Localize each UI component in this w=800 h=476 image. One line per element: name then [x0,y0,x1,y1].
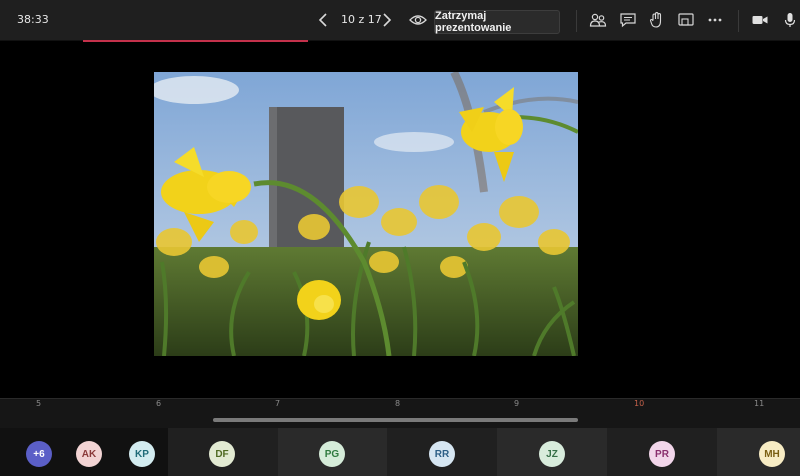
chat-icon [620,13,636,28]
chevron-right-icon [383,13,392,27]
timeline-scrollbar[interactable] [213,418,578,422]
timeline-tick: 5 [36,399,42,408]
participant-gallery: +6 AK KP DF PG RR JZ PR MH [0,428,800,476]
camera-toggle-button[interactable] [751,11,769,29]
participant-tile[interactable]: RR [387,428,497,476]
timeline-tick: 8 [395,399,401,408]
avatar: KP [129,441,155,467]
participant-tile[interactable]: AK [70,428,114,476]
eye-icon [409,15,427,25]
slide-counter: 10 z 17 [341,13,382,26]
private-view-button[interactable] [409,12,427,28]
microphone-toggle-button[interactable] [781,11,799,29]
chevron-left-icon [318,13,327,27]
timeline-tick: 9 [514,399,520,408]
raise-hand-icon [649,12,662,28]
avatar: DF [209,441,235,467]
timeline-tick: 7 [275,399,281,408]
more-options-icon [708,18,722,22]
next-slide-button[interactable] [378,10,396,30]
share-tray-icon [678,13,694,26]
slide-timeline: 5 6 7 8 9 10 11 [0,398,800,429]
stop-presenting-button[interactable]: Zatrzymaj prezentowanie [434,10,560,34]
avatar: MH [759,441,785,467]
avatar: JZ [539,441,565,467]
avatar: PG [319,441,345,467]
slide-image-daffodils [154,72,578,356]
meeting-toolbar: 38:33 10 z 17 Zatrzymaj prezentowanie [0,0,800,41]
people-icon [589,13,607,27]
chat-button[interactable] [619,11,637,29]
avatar: PR [649,441,675,467]
share-tray-button[interactable] [677,11,695,29]
participant-tile[interactable]: MH [717,428,800,476]
participants-button[interactable] [589,11,607,29]
avatar: RR [429,441,455,467]
avatar: AK [76,441,102,467]
participant-tile[interactable]: JZ [497,428,607,476]
participant-tile[interactable]: DF [168,428,278,476]
participant-tile[interactable]: PR [607,428,717,476]
camera-icon [752,16,768,24]
microphone-icon [784,13,796,27]
toolbar-divider [576,10,577,32]
meeting-timer: 38:33 [17,13,49,26]
participant-tile[interactable]: KP [122,428,166,476]
timeline-tick-current: 10 [634,399,645,408]
participant-tile[interactable]: PG [278,428,387,476]
previous-slide-button[interactable] [314,10,332,30]
reactions-button[interactable] [648,11,666,29]
toolbar-divider [738,10,739,32]
more-participants-badge[interactable]: +6 [26,441,52,467]
timeline-tick: 11 [754,399,765,408]
more-options-button[interactable] [706,11,724,29]
timeline-tick: 6 [156,399,162,408]
